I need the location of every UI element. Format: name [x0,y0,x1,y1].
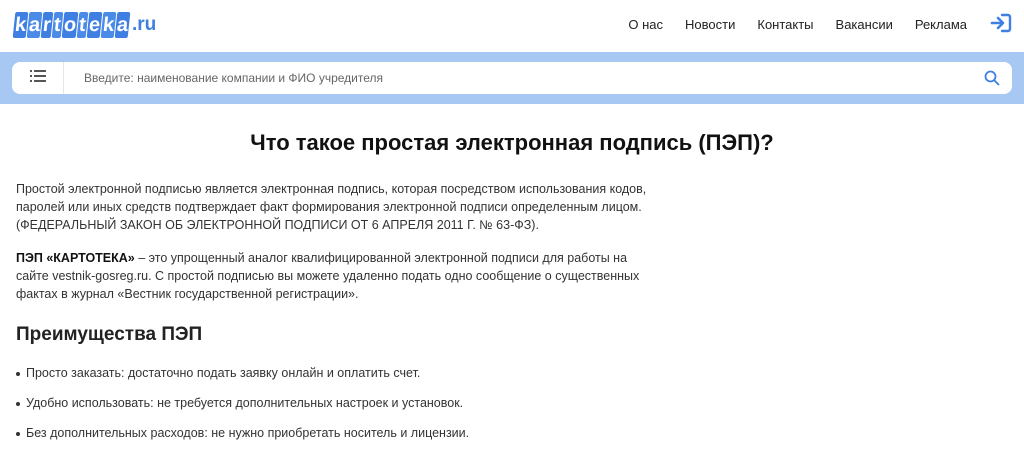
menu-button[interactable] [12,62,64,94]
logo-letter: o [61,12,79,38]
page-title: Что такое простая электронная подпись (П… [250,130,774,155]
logo-wordmark: kartoteka [12,12,131,38]
logo-letter: a [114,12,131,38]
logo-letter: k [100,12,117,38]
site-header: kartoteka .ru О нас Новости Контакты Вак… [0,0,1024,48]
advantages-heading: Преимущества ПЭП [16,324,203,345]
list-item: Удобно использовать: не требуется дополн… [16,396,469,426]
list-item: Просто заказать: достаточно подать заявк… [16,366,469,396]
nav-item-contacts[interactable]: Контакты [746,17,824,32]
site-logo[interactable]: kartoteka .ru [12,9,157,41]
logo-letter: e [86,12,103,38]
nav-item-news[interactable]: Новости [674,17,746,32]
intro-line: (ФЕДЕРАЛЬНЫЙ ЗАКОН ОБ ЭЛЕКТРОННОЙ ПОДПИС… [16,218,539,232]
pep-line: фактах в журнал «Вестник государственной… [16,287,359,301]
nav-item-about[interactable]: О нас [617,17,674,32]
pep-line: – это упрощенный аналог квалифицированно… [134,251,628,265]
main-nav: О нас Новости Контакты Вакансии Реклама [617,0,978,48]
nav-item-vacancies[interactable]: Вакансии [825,17,904,32]
intro-line: Простой электронной подписью является эл… [16,182,647,196]
pep-line: сайте vestnik-gosreg.ru. С простой подпи… [16,269,640,283]
pep-paragraph: ПЭП «КАРТОТЕКА» – это упрощенный аналог … [16,249,656,303]
list-item: Без дополнительных расходов: не нужно пр… [16,426,469,456]
intro-line: паролей или иных средств подтверждает фа… [16,200,642,214]
advantages-list: Просто заказать: достаточно подать заявк… [16,366,469,456]
search-input[interactable] [64,63,972,93]
intro-paragraph: Простой электронной подписью является эл… [16,180,656,234]
search-icon[interactable] [972,62,1012,94]
logo-suffix: .ru [131,14,157,35]
menu-icon [29,69,46,87]
login-icon[interactable] [990,12,1012,34]
search-box [12,62,1012,94]
pep-brand-name: ПЭП «КАРТОТЕКА» [16,251,135,265]
nav-item-ads[interactable]: Реклама [904,17,978,32]
search-band [0,52,1024,104]
